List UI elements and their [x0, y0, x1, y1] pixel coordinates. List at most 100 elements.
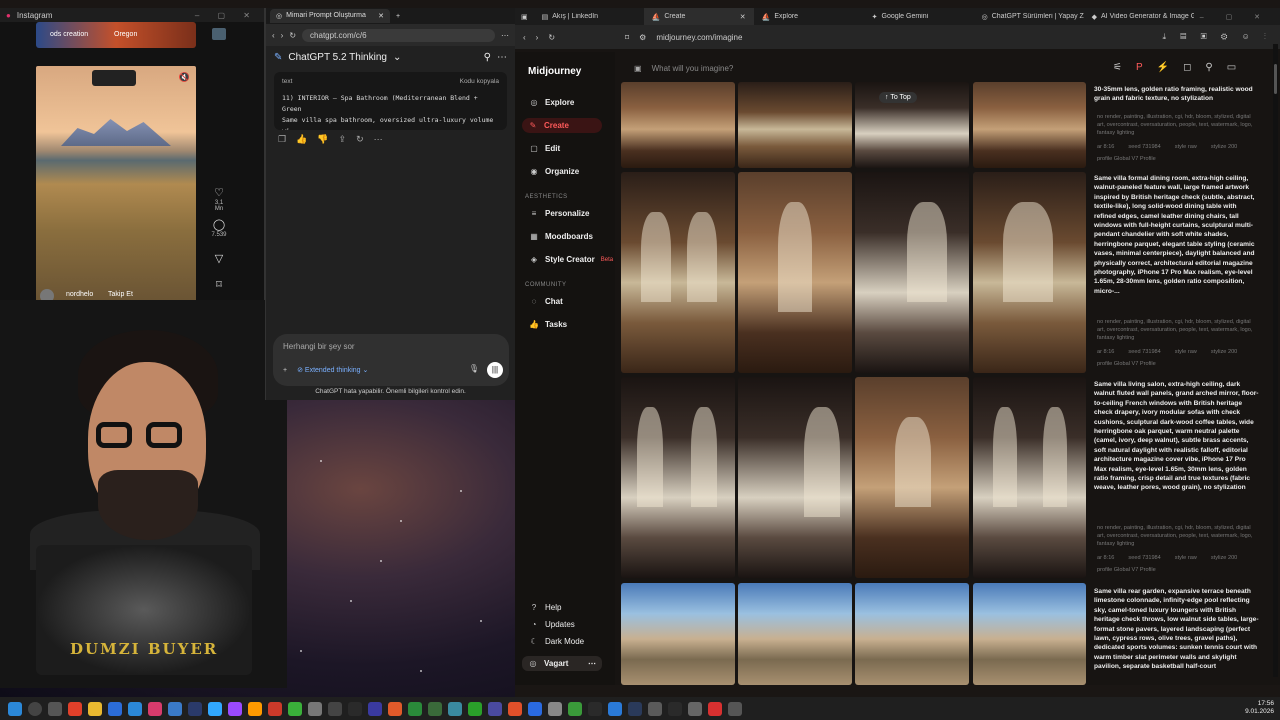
microphone-icon[interactable]: 🎙	[469, 364, 479, 373]
app-icon[interactable]	[288, 701, 302, 716]
app-icon[interactable]	[128, 701, 142, 716]
app-icon[interactable]	[648, 701, 662, 716]
address-bar[interactable]: midjourney.com/imagine	[656, 33, 1152, 42]
ig-handle[interactable]: nordhelo	[66, 291, 93, 298]
tab-explore[interactable]: ⛵ Explore	[754, 13, 864, 21]
photoshop-icon[interactable]	[208, 701, 222, 716]
prompt-input[interactable]: What will you imagine?	[652, 64, 734, 73]
forward-icon[interactable]: ›	[281, 31, 284, 40]
app-icon[interactable]	[488, 701, 502, 716]
app-icon[interactable]	[108, 701, 122, 716]
bookmark-icon[interactable]: ⌑	[625, 33, 629, 42]
back-icon[interactable]: ‹	[523, 33, 526, 42]
share-icon[interactable]: ⇪	[339, 134, 347, 145]
generated-image[interactable]	[738, 377, 852, 578]
app-icon[interactable]	[568, 701, 582, 716]
app-icon[interactable]	[528, 701, 542, 716]
generated-image[interactable]	[738, 583, 852, 685]
voice-mode-button[interactable]: |||	[487, 362, 503, 378]
extended-thinking-toggle[interactable]: + ⊘ Extended thinking ⌄	[283, 366, 368, 374]
comment-button[interactable]: ◯ 7.539	[210, 218, 228, 238]
generated-image[interactable]	[973, 172, 1086, 373]
window-controls[interactable]: – ▢ ✕	[195, 11, 258, 20]
generated-image[interactable]	[855, 377, 969, 578]
search-icon[interactable]: ⚲	[1205, 62, 1212, 73]
search-icon[interactable]	[28, 701, 42, 716]
app-icon[interactable]	[728, 701, 742, 716]
new-tab-icon[interactable]: +	[396, 13, 400, 20]
prompt-text[interactable]: Same villa living salon, extra-high ceil…	[1094, 380, 1259, 493]
app-icon[interactable]	[408, 701, 422, 716]
app-icon[interactable]	[588, 701, 602, 716]
to-top-button[interactable]: ↑ To Top	[879, 92, 917, 103]
more-icon[interactable]: ⋯	[588, 659, 596, 668]
app-icon[interactable]	[548, 701, 562, 716]
chat-icon[interactable]: ◻	[1183, 62, 1191, 73]
more-icon[interactable]: ⋯	[497, 52, 507, 63]
tab-ai-video[interactable]: ◆ AI Video Generator & Image Ge	[1084, 13, 1194, 21]
imagine-bar[interactable]: ▣ What will you imagine?	[634, 64, 1134, 73]
generated-image[interactable]	[973, 583, 1086, 685]
nav-create[interactable]: ✎ Create	[522, 118, 602, 133]
app-icon[interactable]	[308, 701, 322, 716]
generated-image[interactable]	[973, 377, 1086, 578]
thumbs-down-icon[interactable]: 👎	[317, 134, 328, 145]
brave-icon[interactable]	[68, 701, 82, 716]
prompt-text[interactable]: Same villa formal dining room, extra-hig…	[1094, 174, 1259, 296]
app-icon[interactable]	[168, 701, 182, 716]
extensions-icon[interactable]: ⤓ ▤ ▣ ⚙ ☺ ⋮	[1163, 32, 1272, 42]
close-icon[interactable]: ✕	[378, 12, 384, 20]
copy-icon[interactable]: ❐	[278, 134, 286, 145]
share-button[interactable]: ▽	[210, 252, 228, 265]
system-clock[interactable]: 17:56 9.01.2026	[1245, 700, 1274, 716]
app-icon[interactable]	[148, 701, 162, 716]
sidebar-toggle-icon[interactable]: ✎	[274, 52, 282, 63]
app-icon[interactable]	[268, 701, 282, 716]
generated-image[interactable]	[621, 377, 735, 578]
nav-chat[interactable]: ◌ Chat	[529, 297, 563, 306]
personalize-icon[interactable]: P	[1136, 62, 1143, 73]
chat-composer[interactable]: Herhangi bir şey sor + ⊘ Extended thinkin…	[273, 334, 509, 386]
settings-sliders-icon[interactable]: ⚟	[1113, 62, 1122, 73]
model-selector[interactable]: ChatGPT 5.2 Thinking	[288, 52, 387, 63]
nav-help[interactable]: ? Help	[529, 603, 562, 612]
ig-banner[interactable]: ods creation Oregon	[36, 22, 196, 48]
app-icon[interactable]	[628, 701, 642, 716]
prompt-text[interactable]: Same villa rear garden, expansive terrac…	[1094, 587, 1259, 683]
illustrator-icon[interactable]	[248, 701, 262, 716]
tab-linkedin[interactable]: ▤ Akış | LinkedIn	[534, 13, 644, 21]
nav-edit[interactable]: ▢ Edit	[529, 144, 560, 153]
generated-image[interactable]: ↑ To Top	[855, 82, 969, 168]
vscode-icon[interactable]	[608, 701, 622, 716]
ig-thumbnail[interactable]	[212, 28, 226, 40]
app-icon[interactable]	[508, 701, 522, 716]
copy-code-button[interactable]: Kodu kopyala	[460, 76, 499, 87]
app-icon[interactable]	[708, 701, 722, 716]
task-view-icon[interactable]	[48, 701, 62, 716]
nav-explore[interactable]: ◎ Explore	[529, 98, 575, 107]
generated-image[interactable]	[973, 82, 1086, 168]
app-icon[interactable]	[388, 701, 402, 716]
nav-updates[interactable]: ◔ Updates	[529, 620, 575, 629]
tab-chatgpt[interactable]: ◎ Mimari Prompt Oluşturma ✕	[270, 9, 390, 23]
back-icon[interactable]: ‹	[272, 31, 275, 40]
unity-icon[interactable]	[348, 701, 362, 716]
regenerate-icon[interactable]: ↻	[356, 134, 364, 145]
generated-image[interactable]	[621, 172, 735, 373]
premiere-icon[interactable]	[228, 701, 242, 716]
app-icon[interactable]	[668, 701, 682, 716]
generated-image[interactable]	[621, 583, 735, 685]
mute-icon[interactable]: 🔇	[179, 72, 190, 83]
sidebar-icon[interactable]: ▣	[515, 13, 534, 21]
tab-gemini[interactable]: ✦ Google Gemini	[864, 13, 974, 21]
address-bar[interactable]: chatgpt.com/c/6	[302, 28, 495, 42]
app-icon[interactable]	[328, 701, 342, 716]
file-explorer-icon[interactable]	[88, 701, 102, 716]
tab-create[interactable]: ⛵ Create ✕	[643, 8, 754, 25]
generated-image[interactable]	[621, 82, 735, 168]
app-icon[interactable]	[448, 701, 462, 716]
share-icon[interactable]: ⚲	[484, 52, 491, 63]
close-icon[interactable]: ✕	[740, 13, 746, 21]
app-icon[interactable]	[468, 701, 482, 716]
thumbs-up-icon[interactable]: 👍	[296, 134, 307, 145]
